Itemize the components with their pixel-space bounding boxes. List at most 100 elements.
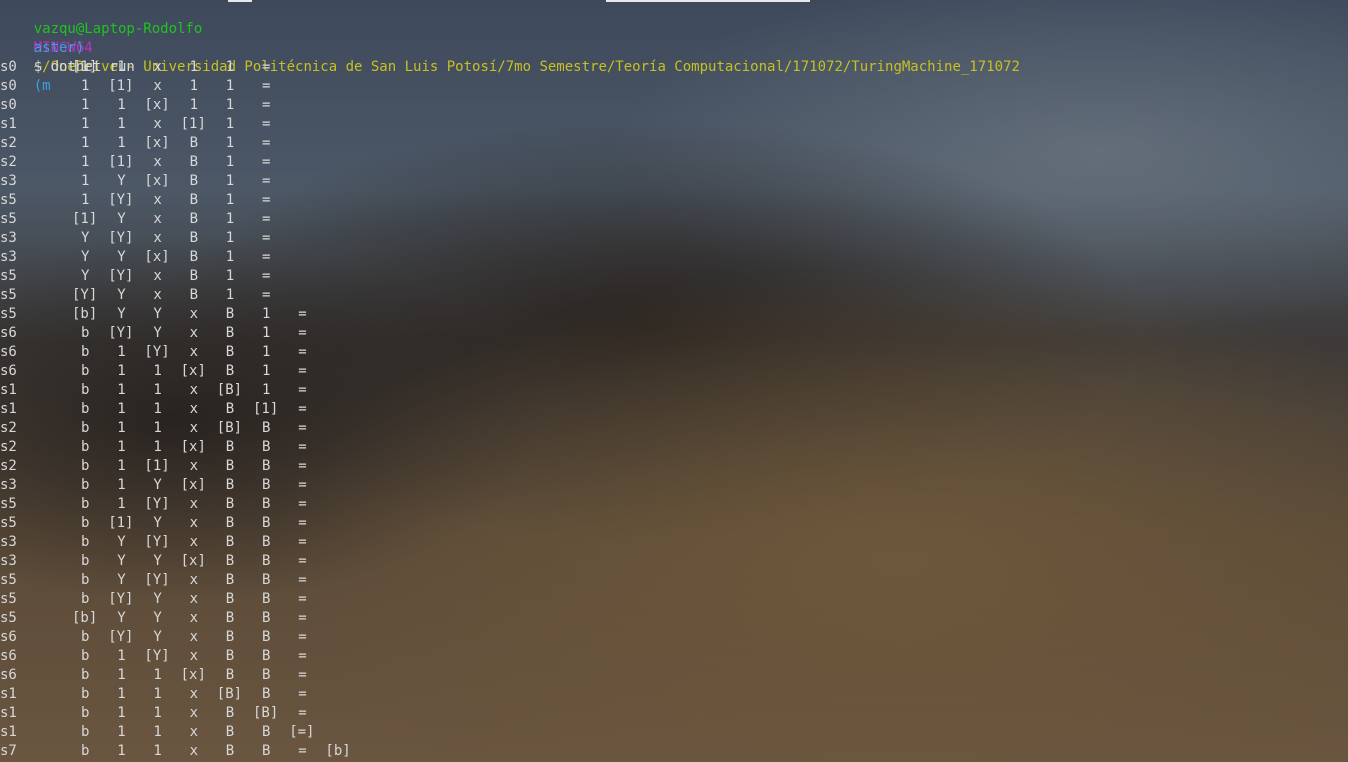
- tape-cell: =: [298, 610, 307, 626]
- tape-cell: x: [189, 629, 199, 645]
- tape-head-cell: [b]: [72, 610, 98, 626]
- trace-row: s5 b [1] Yx B B =: [0, 514, 1348, 533]
- tape-cell: x: [189, 306, 199, 322]
- tape-cell: 1: [153, 724, 162, 740]
- tape-cell: x: [153, 154, 162, 170]
- tape-cell: B: [262, 534, 271, 550]
- tape-cell: B: [262, 743, 271, 759]
- tape-cell: 1: [225, 59, 235, 75]
- tape-cell: =: [298, 439, 307, 455]
- tape-cell: b: [81, 439, 90, 455]
- tape-cell: b: [81, 648, 90, 664]
- tape-cell: b: [81, 743, 90, 759]
- trace-state: s6: [0, 344, 17, 360]
- tape-cell: 1: [117, 420, 126, 436]
- tape-cell: 1: [117, 344, 126, 360]
- tape-cell: x: [189, 705, 199, 721]
- tape-head-cell: [B]: [216, 686, 243, 702]
- tape-cell: B: [225, 515, 235, 531]
- tape-cell: b: [81, 420, 90, 436]
- trace-state: s6: [0, 667, 17, 683]
- tape-head-cell: [x]: [144, 97, 170, 113]
- trace-state: s3: [0, 553, 17, 569]
- trace-row: s1 b 1 1 x B [1] =: [0, 400, 1348, 419]
- tape-head-cell: [Y]: [144, 572, 170, 588]
- trace-state: s6: [0, 648, 17, 664]
- tape-cell: 1: [262, 382, 271, 398]
- terminal-window[interactable]: vazqu@Laptop-Rodolfo MINGW64 ~/OneDrive …: [0, 0, 1348, 762]
- tape-cell: 1: [117, 363, 126, 379]
- trace-state: s2: [0, 439, 17, 455]
- tape-cell: =: [298, 572, 307, 588]
- tape-head-cell: [x]: [144, 135, 170, 151]
- trace-state: s5: [0, 515, 17, 531]
- trace-state: s5: [0, 268, 17, 284]
- tape-cell: =: [298, 344, 307, 360]
- trace-row: s6 b 1 [Y] x B 1 =: [0, 343, 1348, 362]
- tape-cell: =: [262, 59, 271, 75]
- tape-cell: 1: [117, 382, 126, 398]
- tape-cell: 1: [153, 363, 162, 379]
- tape-cell: 1: [117, 705, 126, 721]
- tape-cell: x: [153, 268, 162, 284]
- tape-cell: x: [153, 230, 162, 246]
- tape-head-cell: [x]: [180, 553, 206, 569]
- tape-cell: 1: [81, 116, 90, 132]
- trace-row: s5 Y [Y] x B 1 =: [0, 267, 1348, 286]
- tape-cell: b: [81, 724, 90, 740]
- tape-head-cell: [x]: [180, 363, 206, 379]
- tape-cell: =: [262, 287, 271, 303]
- tape-cell: Y: [117, 211, 126, 227]
- tape-cell: Y: [81, 268, 90, 284]
- tape-cell: Y: [117, 610, 126, 626]
- tape-cell: =: [298, 743, 307, 759]
- tape-cell: =: [298, 686, 307, 702]
- tape-cell: x: [189, 686, 199, 702]
- tape-head-cell: [1]: [72, 211, 98, 227]
- tape-cell: B: [225, 477, 235, 493]
- tape-cell: b: [81, 363, 90, 379]
- trace-row: s2 1 [1] x B 1 =: [0, 153, 1348, 172]
- trace-row: s2 1 1 [x] B 1 =: [0, 134, 1348, 153]
- tape-cell: 1: [81, 97, 90, 113]
- prompt-line-wrap: aster): [0, 20, 1348, 56]
- trace-state: s1: [0, 686, 17, 702]
- tape-head-cell: [Y]: [144, 496, 170, 512]
- tape-cell: Y: [153, 591, 162, 607]
- tape-cell: B: [225, 496, 235, 512]
- trace-row: s3 b Y Y [x] B B =: [0, 552, 1348, 571]
- tape-cell: Y: [117, 572, 126, 588]
- tape-cell: B: [225, 667, 235, 683]
- tape-cell: =: [298, 591, 307, 607]
- trace-row: s6 b [Y] Yx B B =: [0, 628, 1348, 647]
- tape-cell: 1: [225, 268, 235, 284]
- tape-cell: Y: [153, 306, 162, 322]
- tape-head-cell: [Y]: [144, 648, 170, 664]
- trace-state: s5: [0, 287, 17, 303]
- tape-head-cell: [Y]: [108, 325, 134, 341]
- trace-row: s7 b 1 1 x B B = [b]: [0, 742, 1348, 761]
- tape-cell: b: [81, 705, 90, 721]
- tape-head-cell: [x]: [180, 477, 206, 493]
- trace-state: s6: [0, 363, 17, 379]
- tape-cell: B: [225, 344, 235, 360]
- tape-cell: B: [262, 515, 271, 531]
- tape-cell: x: [153, 78, 162, 94]
- trace-state: s1: [0, 382, 17, 398]
- tape-cell: B: [225, 534, 235, 550]
- trace-row: s5 [Y] Yx B 1 =: [0, 286, 1348, 305]
- tape-head-cell: [Y]: [108, 268, 134, 284]
- trace-row: s1 1 1 x [1] 1 =: [0, 115, 1348, 134]
- tape-cell: =: [298, 648, 307, 664]
- tape-cell: =: [298, 363, 307, 379]
- trace-row: s6 b 1 1 [x] B B =: [0, 666, 1348, 685]
- tape-cell: 1: [189, 59, 199, 75]
- tape-cell: =: [298, 382, 307, 398]
- trace-row: s0 1 [1] x 1 1 =: [0, 77, 1348, 96]
- tape-cell: x: [153, 59, 162, 75]
- tape-cell: 1: [117, 743, 126, 759]
- trace-state: s5: [0, 591, 17, 607]
- trace-row: s0 [1] 1 x 1 1 =: [0, 58, 1348, 77]
- trace-state: s2: [0, 458, 17, 474]
- tape-cell: B: [225, 629, 235, 645]
